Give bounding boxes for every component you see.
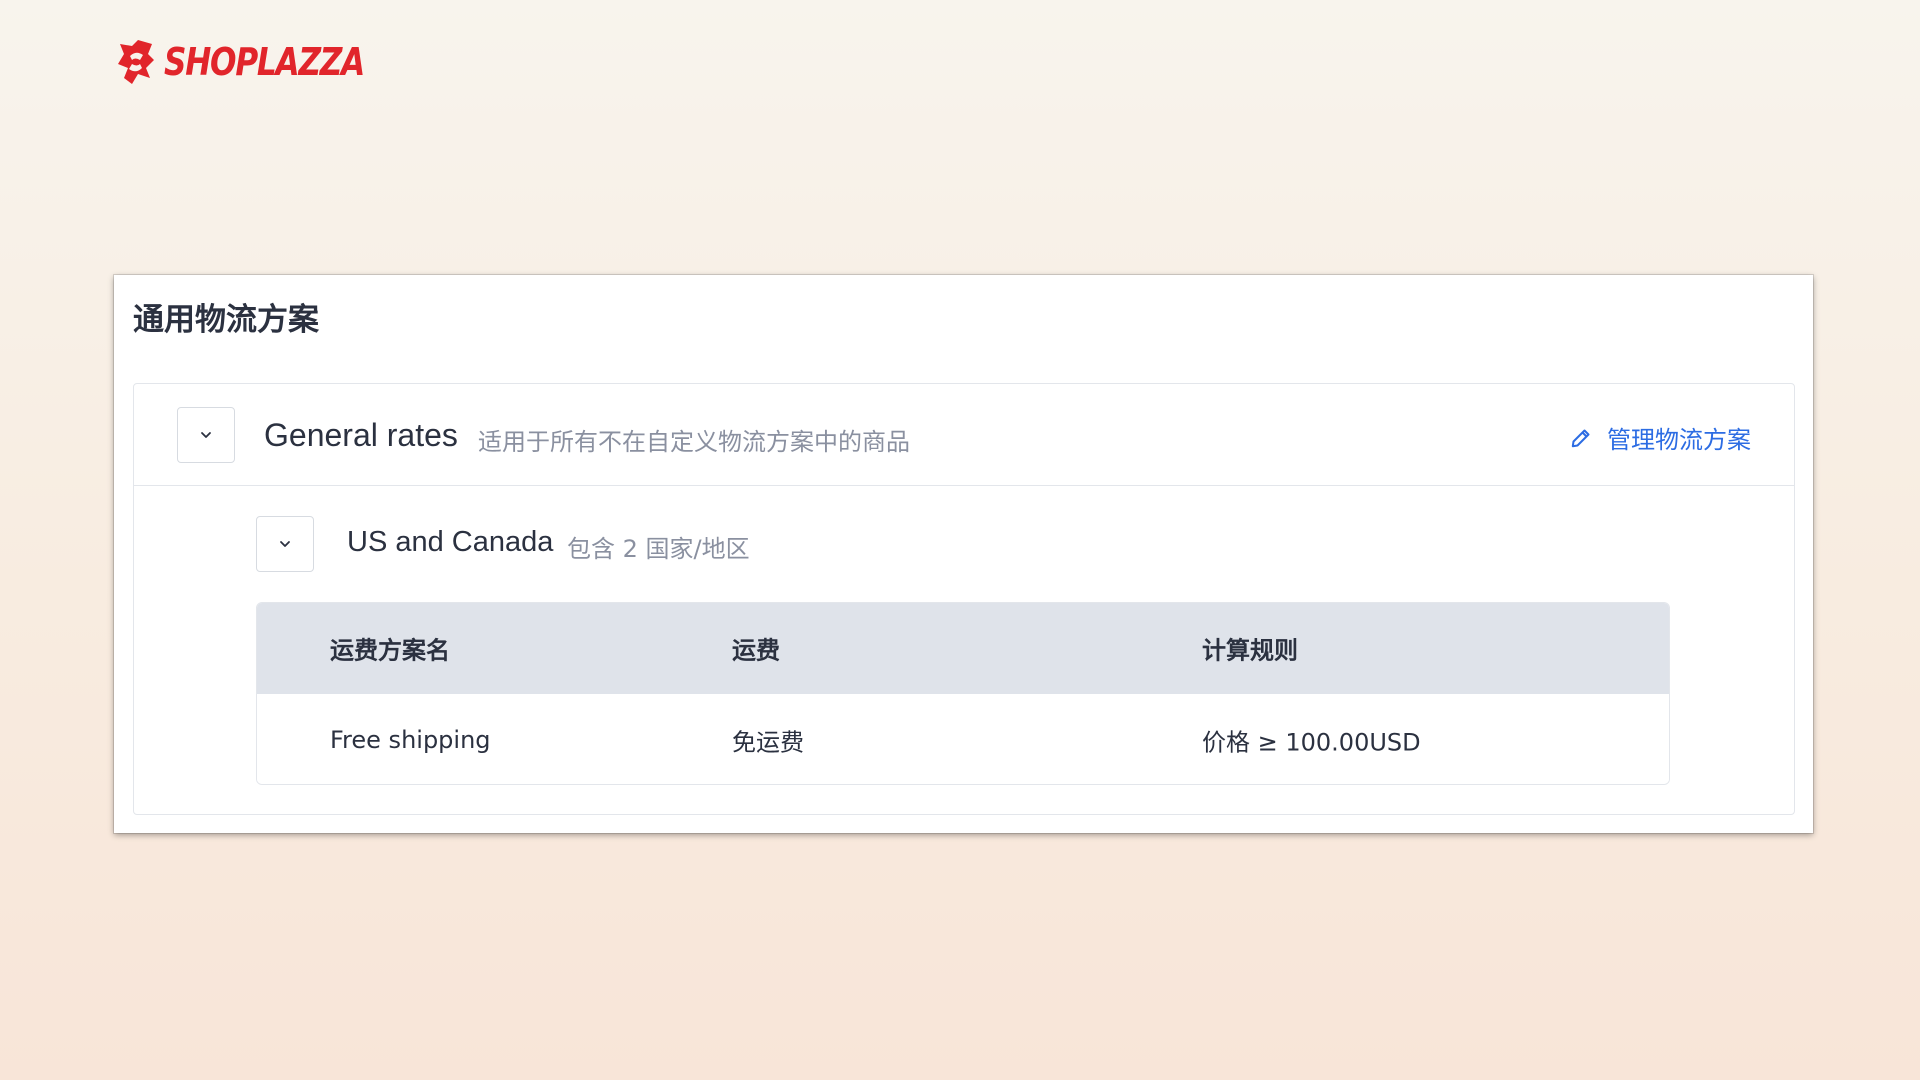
chevron-down-icon bbox=[280, 541, 290, 547]
brand-name: SHOPLAZZA bbox=[164, 40, 365, 84]
column-header-rate-name: 运费方案名 bbox=[330, 636, 450, 665]
region-description: 包含 2 国家/地区 bbox=[567, 535, 750, 563]
pencil-icon bbox=[1571, 429, 1590, 447]
zone-collapse-button[interactable] bbox=[177, 407, 235, 463]
zone-description: 适用于所有不在自定义物流方案中的商品 bbox=[478, 428, 910, 456]
brand-logo: SHOPLAZZA bbox=[116, 38, 408, 86]
column-header-rate: 运费 bbox=[732, 636, 780, 665]
chevron-down-icon bbox=[201, 432, 211, 438]
rule-cell: 价格 ≥ 100.00USD bbox=[1202, 728, 1421, 757]
zone-header: General rates 适用于所有不在自定义物流方案中的商品 管理物流方案 bbox=[134, 384, 1794, 486]
manage-shipping-plan-link[interactable]: 管理物流方案 bbox=[1569, 420, 1751, 455]
region-name: US and Canada bbox=[347, 526, 554, 558]
shipping-plan-card: 通用物流方案 General rates 适用于所有不在自定义物流方案中的商品 … bbox=[114, 275, 1813, 833]
column-header-rule: 计算规则 bbox=[1202, 636, 1298, 665]
shoplazza-logo-icon bbox=[118, 40, 154, 84]
region-collapse-button[interactable] bbox=[256, 516, 314, 572]
rate-cell: 免运费 bbox=[732, 728, 804, 757]
rate-name-cell: Free shipping bbox=[330, 726, 491, 754]
table-row: Free shipping 免运费 价格 ≥ 100.00USD bbox=[257, 694, 1669, 784]
rates-table: 运费方案名 运费 计算规则 Free shipping 免运费 价格 ≥ 100… bbox=[256, 602, 1670, 785]
table-header-row: 运费方案名 运费 计算规则 bbox=[257, 603, 1669, 694]
panel-title: 通用物流方案 bbox=[133, 302, 319, 338]
shipping-zone-panel: General rates 适用于所有不在自定义物流方案中的商品 管理物流方案 … bbox=[133, 383, 1795, 815]
manage-link-label: 管理物流方案 bbox=[1607, 426, 1751, 454]
zone-name: General rates bbox=[264, 417, 458, 453]
